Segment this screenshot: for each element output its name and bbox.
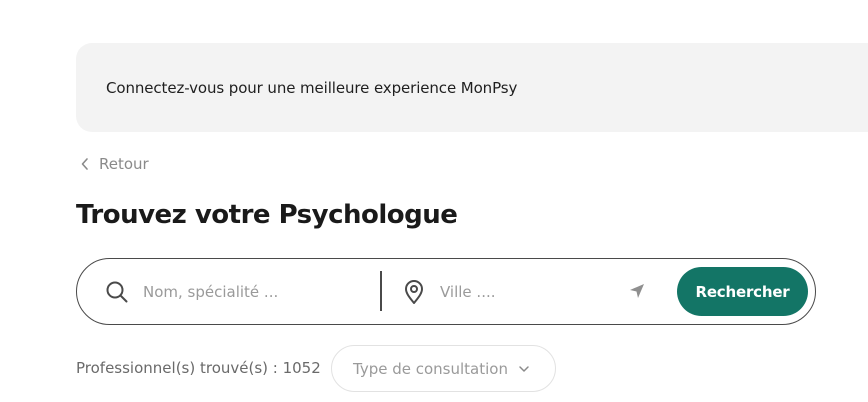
search-bar: Rechercher — [76, 258, 816, 325]
page-title: Trouvez votre Psychologue — [76, 200, 458, 230]
results-count: Professionnel(s) trouvé(s) : 1052 — [76, 359, 321, 377]
page: Connectez-vous pour une meilleure experi… — [0, 0, 868, 402]
search-icon — [106, 281, 128, 303]
geolocate-icon[interactable] — [629, 283, 645, 299]
back-link[interactable]: Retour — [80, 155, 149, 173]
consultation-type-label: Type de consultation — [353, 359, 508, 378]
location-pin-icon — [405, 280, 423, 304]
login-banner-text: Connectez-vous pour une meilleure experi… — [106, 78, 518, 97]
login-banner[interactable]: Connectez-vous pour une meilleure experi… — [76, 43, 868, 132]
name-specialty-input[interactable] — [143, 275, 368, 309]
search-button[interactable]: Rechercher — [677, 267, 808, 316]
consultation-type-select[interactable]: Type de consultation — [331, 345, 556, 392]
search-divider — [380, 271, 382, 311]
city-input[interactable] — [440, 275, 620, 309]
back-link-label: Retour — [99, 155, 149, 173]
chevron-down-icon — [519, 365, 529, 372]
chevron-left-icon — [81, 158, 88, 170]
